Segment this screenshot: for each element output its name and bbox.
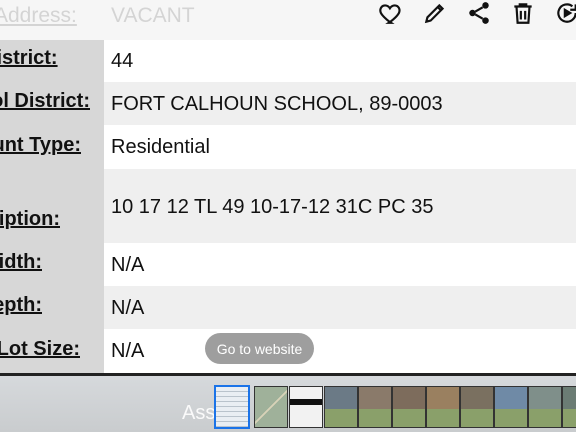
table-row-depth: Depth: N/A [0, 286, 576, 329]
row-label: Description: [0, 208, 60, 230]
edit-pencil-icon[interactable] [422, 0, 448, 26]
share-icon[interactable] [466, 0, 492, 26]
faded-label: Ass [182, 402, 216, 424]
address-label: Address: [0, 4, 77, 27]
table-row-width: Width: N/A [0, 243, 576, 286]
thumbnail-house-photo-2[interactable] [358, 386, 392, 428]
row-value: N/A [111, 340, 145, 362]
table-row-district: District: 44 [0, 40, 576, 82]
thumbnail-house-photo-4[interactable] [426, 386, 460, 428]
thumbnail-house-photo-7[interactable] [528, 386, 562, 428]
row-value: Residential [111, 136, 210, 158]
row-label: Depth: [0, 294, 42, 316]
row-value: FORT CALHOUN SCHOOL, 89-0003 [111, 93, 443, 115]
thumbnail-house-photo-5[interactable] [460, 386, 494, 428]
row-value: 44 [111, 50, 134, 72]
row-label: Account Type: [0, 134, 81, 156]
table-row-account-type: Account Type: Residential [0, 125, 576, 169]
thumbnail-document-dark[interactable] [289, 386, 323, 428]
refresh-icon[interactable] [554, 0, 576, 26]
thumbnail-house-photo-8[interactable] [562, 386, 576, 428]
header-row: Address: VACANT [0, 0, 576, 40]
thumbnail-house-photo-6[interactable] [494, 386, 528, 428]
row-label: Lot Size: [0, 338, 80, 360]
thumbnail-document-screenshot[interactable] [214, 385, 250, 429]
table-row-school-district: School District: FORT CALHOUN SCHOOL, 89… [0, 82, 576, 125]
row-value: 10 17 12 TL 49 10-17-12 31C PC 35 [111, 196, 434, 218]
row-value: N/A [111, 297, 145, 319]
address-value: VACANT [111, 4, 195, 27]
row-label: Width: [0, 251, 42, 273]
delete-trash-icon[interactable] [510, 0, 536, 26]
thumbnail-map[interactable] [254, 386, 288, 428]
favorite-heart-icon[interactable] [378, 0, 404, 26]
go-to-website-toast[interactable]: Go to website [205, 333, 314, 364]
table-row-description: Description: 10 17 12 TL 49 10-17-12 31C… [0, 169, 576, 243]
thumbnail-house-photo-1[interactable] [324, 386, 358, 428]
row-label: District: [0, 47, 58, 69]
row-value: N/A [111, 254, 145, 276]
row-label: School District: [0, 90, 90, 112]
thumbnail-house-photo-3[interactable] [392, 386, 426, 428]
